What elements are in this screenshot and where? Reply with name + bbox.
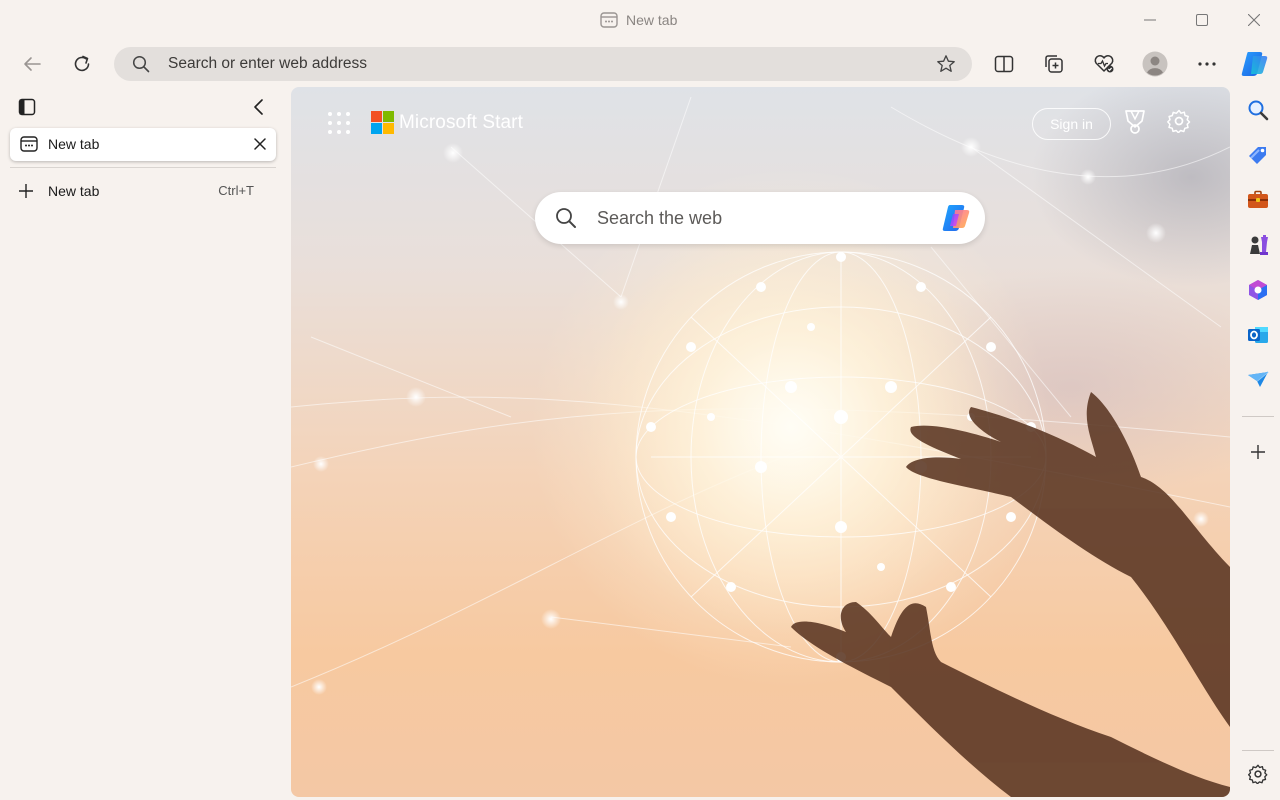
- toolbar: Search or enter web address: [0, 40, 1280, 86]
- sidebar-search-button[interactable]: [1240, 92, 1276, 128]
- collections-button[interactable]: [1038, 48, 1070, 80]
- title-bar: New tab: [0, 0, 1280, 40]
- sidebar-drop-button[interactable]: [1240, 362, 1276, 398]
- collections-icon: [1045, 55, 1063, 73]
- maximize-button[interactable]: [1176, 0, 1228, 40]
- profile-button[interactable]: [1139, 48, 1171, 80]
- newtab-page: Microsoft Start Sign in Search the web: [291, 87, 1230, 797]
- tools-briefcase-icon: [1248, 190, 1268, 208]
- sidebar-settings-button[interactable]: [1240, 756, 1276, 792]
- sidebar-add-button[interactable]: [1240, 434, 1276, 470]
- split-screen-icon: [994, 55, 1014, 73]
- add-icon: [1251, 445, 1265, 459]
- tab-actions-icon[interactable]: [18, 98, 36, 116]
- search-icon: [1248, 100, 1269, 121]
- plus-icon: [19, 184, 33, 198]
- address-bar[interactable]: Search or enter web address: [114, 47, 972, 81]
- sidebar-shopping-button[interactable]: [1240, 137, 1276, 173]
- minimize-button[interactable]: [1124, 0, 1176, 40]
- shopping-tag-icon: [1249, 147, 1266, 164]
- sidebar-tools-button[interactable]: [1240, 182, 1276, 218]
- newtab-page-icon: [20, 136, 38, 152]
- drop-send-icon: [1248, 371, 1269, 387]
- apps-launcher-icon[interactable]: [327, 111, 351, 135]
- split-screen-button[interactable]: [988, 48, 1020, 80]
- vertical-tabs-panel: New tab New tab Ctrl+T: [0, 86, 288, 800]
- new-tab-button[interactable]: New tab Ctrl+T: [10, 176, 276, 206]
- microsoft-logo-icon: [371, 111, 394, 134]
- more-menu-button[interactable]: [1191, 48, 1223, 80]
- more-menu-icon: [1198, 62, 1216, 66]
- tabs-divider: [10, 167, 276, 168]
- web-search-input[interactable]: Search the web: [597, 192, 722, 244]
- browser-essentials-icon: [1094, 55, 1114, 73]
- favorite-star-icon[interactable]: [936, 54, 956, 74]
- refresh-button[interactable]: [66, 48, 98, 80]
- settings-gear-icon: [1248, 764, 1268, 784]
- brand-name: Microsoft Start: [399, 112, 523, 133]
- close-icon: [1248, 14, 1260, 26]
- tab-label: New tab: [48, 136, 100, 152]
- close-tab-icon[interactable]: [252, 136, 268, 152]
- newtab-page-icon: [600, 12, 618, 28]
- sidebar-outlook-button[interactable]: [1240, 317, 1276, 353]
- back-icon: [24, 57, 41, 71]
- rewards-trophy-icon[interactable]: [1123, 109, 1147, 135]
- collapse-pane-icon[interactable]: [252, 98, 266, 116]
- web-search-box[interactable]: Search the web: [535, 192, 985, 244]
- new-tab-label: New tab: [48, 183, 100, 199]
- copilot-button[interactable]: [1238, 48, 1270, 80]
- new-tab-shortcut: Ctrl+T: [218, 183, 254, 198]
- page-settings-gear-icon[interactable]: [1167, 109, 1191, 133]
- close-window-button[interactable]: [1228, 0, 1280, 40]
- sidebar-games-button[interactable]: [1240, 227, 1276, 263]
- sidebar-divider: [1242, 416, 1274, 417]
- outlook-icon: [1248, 327, 1268, 343]
- copilot-icon[interactable]: [939, 202, 975, 234]
- sign-in-button[interactable]: Sign in: [1032, 108, 1111, 140]
- back-button[interactable]: [16, 48, 48, 80]
- maximize-icon: [1196, 14, 1208, 26]
- refresh-icon: [74, 55, 90, 72]
- copilot-icon: [1241, 52, 1268, 76]
- search-icon: [132, 55, 150, 73]
- sidebar-divider-bottom: [1242, 750, 1274, 751]
- edge-sidebar: [1236, 86, 1280, 800]
- search-icon: [556, 208, 576, 228]
- tab-new-tab[interactable]: New tab: [10, 128, 276, 161]
- address-input[interactable]: Search or enter web address: [168, 47, 367, 81]
- window-title: New tab: [600, 10, 677, 30]
- browser-essentials-button[interactable]: [1088, 48, 1120, 80]
- profile-avatar-icon: [1142, 51, 1168, 77]
- minimize-icon: [1144, 19, 1156, 21]
- microsoft-365-icon: [1249, 280, 1267, 300]
- window-title-text: New tab: [626, 12, 678, 28]
- games-icon: [1250, 235, 1268, 255]
- sidebar-microsoft365-button[interactable]: [1240, 272, 1276, 308]
